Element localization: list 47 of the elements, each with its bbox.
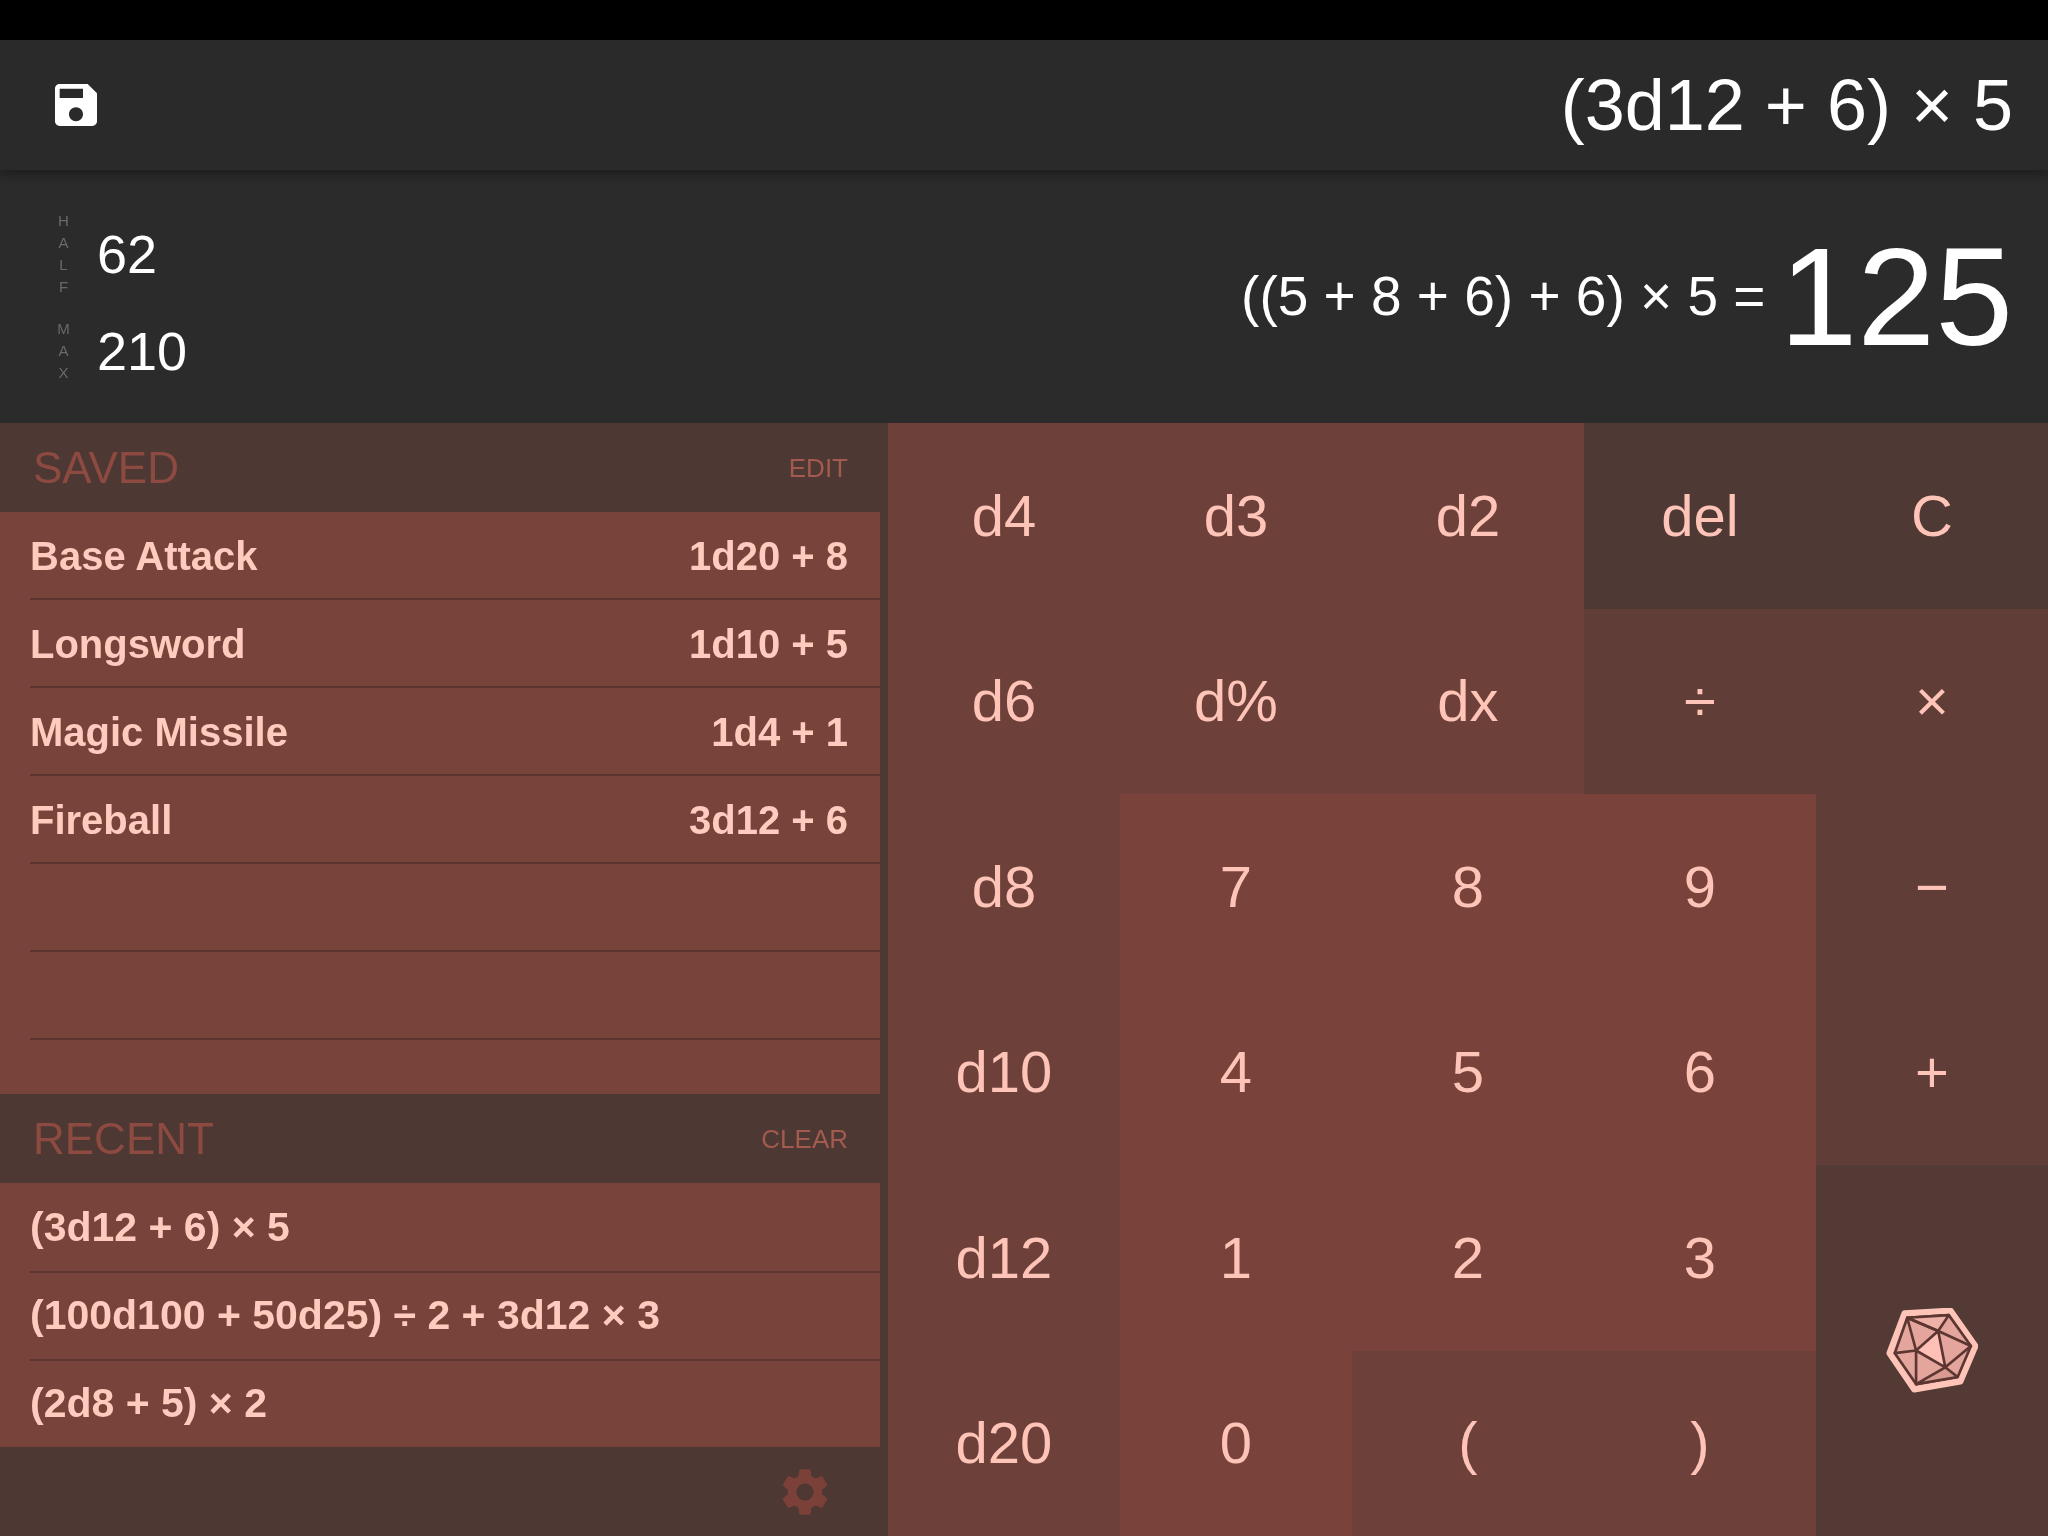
digit-button[interactable]: 8 bbox=[1352, 794, 1584, 980]
operator-button[interactable]: + bbox=[1816, 979, 2048, 1165]
die-button[interactable]: d% bbox=[1120, 608, 1352, 794]
stat-label: MAX bbox=[56, 318, 71, 383]
roll-formula: 1d20 + 8 bbox=[689, 536, 848, 576]
die-button[interactable]: d12 bbox=[888, 1165, 1120, 1351]
roll-result: 125 bbox=[1779, 226, 2013, 367]
delete-button[interactable]: del bbox=[1584, 423, 1816, 609]
recent-roll-item[interactable]: (3d12 + 6) × 5 bbox=[0, 1183, 880, 1271]
die-button[interactable]: d10 bbox=[888, 979, 1120, 1165]
stat-value: 62 bbox=[97, 226, 158, 281]
dice-icon bbox=[1886, 1308, 1978, 1393]
digit-button[interactable]: 5 bbox=[1352, 979, 1584, 1165]
save-icon[interactable] bbox=[55, 84, 97, 126]
operator-button[interactable]: ÷ bbox=[1584, 608, 1816, 794]
digit-button[interactable]: 4 bbox=[1120, 979, 1352, 1165]
roll-button[interactable] bbox=[1816, 1165, 2048, 1536]
paren-button[interactable]: ) bbox=[1584, 1350, 1816, 1536]
paren-button[interactable]: ( bbox=[1352, 1350, 1584, 1536]
operator-button[interactable]: × bbox=[1816, 608, 2048, 794]
digit-button[interactable]: 0 bbox=[1120, 1350, 1352, 1536]
roll-formula: 3d12 + 6 bbox=[689, 800, 848, 840]
section-title: SAVED bbox=[33, 445, 179, 490]
roll-formula: 1d4 + 1 bbox=[711, 712, 848, 752]
die-button[interactable]: d3 bbox=[1120, 423, 1352, 609]
roll-name: Longsword bbox=[30, 624, 246, 664]
section-title: RECENT bbox=[33, 1116, 214, 1161]
die-button[interactable]: d2 bbox=[1352, 423, 1584, 609]
digit-button[interactable]: 6 bbox=[1584, 979, 1816, 1165]
roll-name: Base Attack bbox=[30, 536, 258, 576]
digit-button[interactable]: 2 bbox=[1352, 1165, 1584, 1351]
die-button[interactable]: d20 bbox=[888, 1350, 1120, 1536]
die-button[interactable]: dx bbox=[1352, 608, 1584, 794]
digit-button[interactable]: 9 bbox=[1584, 794, 1816, 980]
die-button[interactable]: d8 bbox=[888, 794, 1120, 980]
reset-button[interactable]: C bbox=[1816, 423, 2048, 609]
digit-button[interactable]: 7 bbox=[1120, 794, 1352, 980]
digit-button[interactable]: 1 bbox=[1120, 1165, 1352, 1351]
die-button[interactable]: d6 bbox=[888, 608, 1120, 794]
digit-button[interactable]: 3 bbox=[1584, 1165, 1816, 1351]
operator-button[interactable]: − bbox=[1816, 794, 2048, 980]
stat-value: 210 bbox=[97, 323, 188, 378]
stat-label: HALF bbox=[57, 210, 70, 297]
roll-name: Fireball bbox=[30, 800, 173, 840]
roll-formula: 1d10 + 5 bbox=[689, 624, 848, 664]
roll-name: Magic Missile bbox=[30, 712, 288, 752]
die-button[interactable]: d4 bbox=[888, 423, 1120, 609]
